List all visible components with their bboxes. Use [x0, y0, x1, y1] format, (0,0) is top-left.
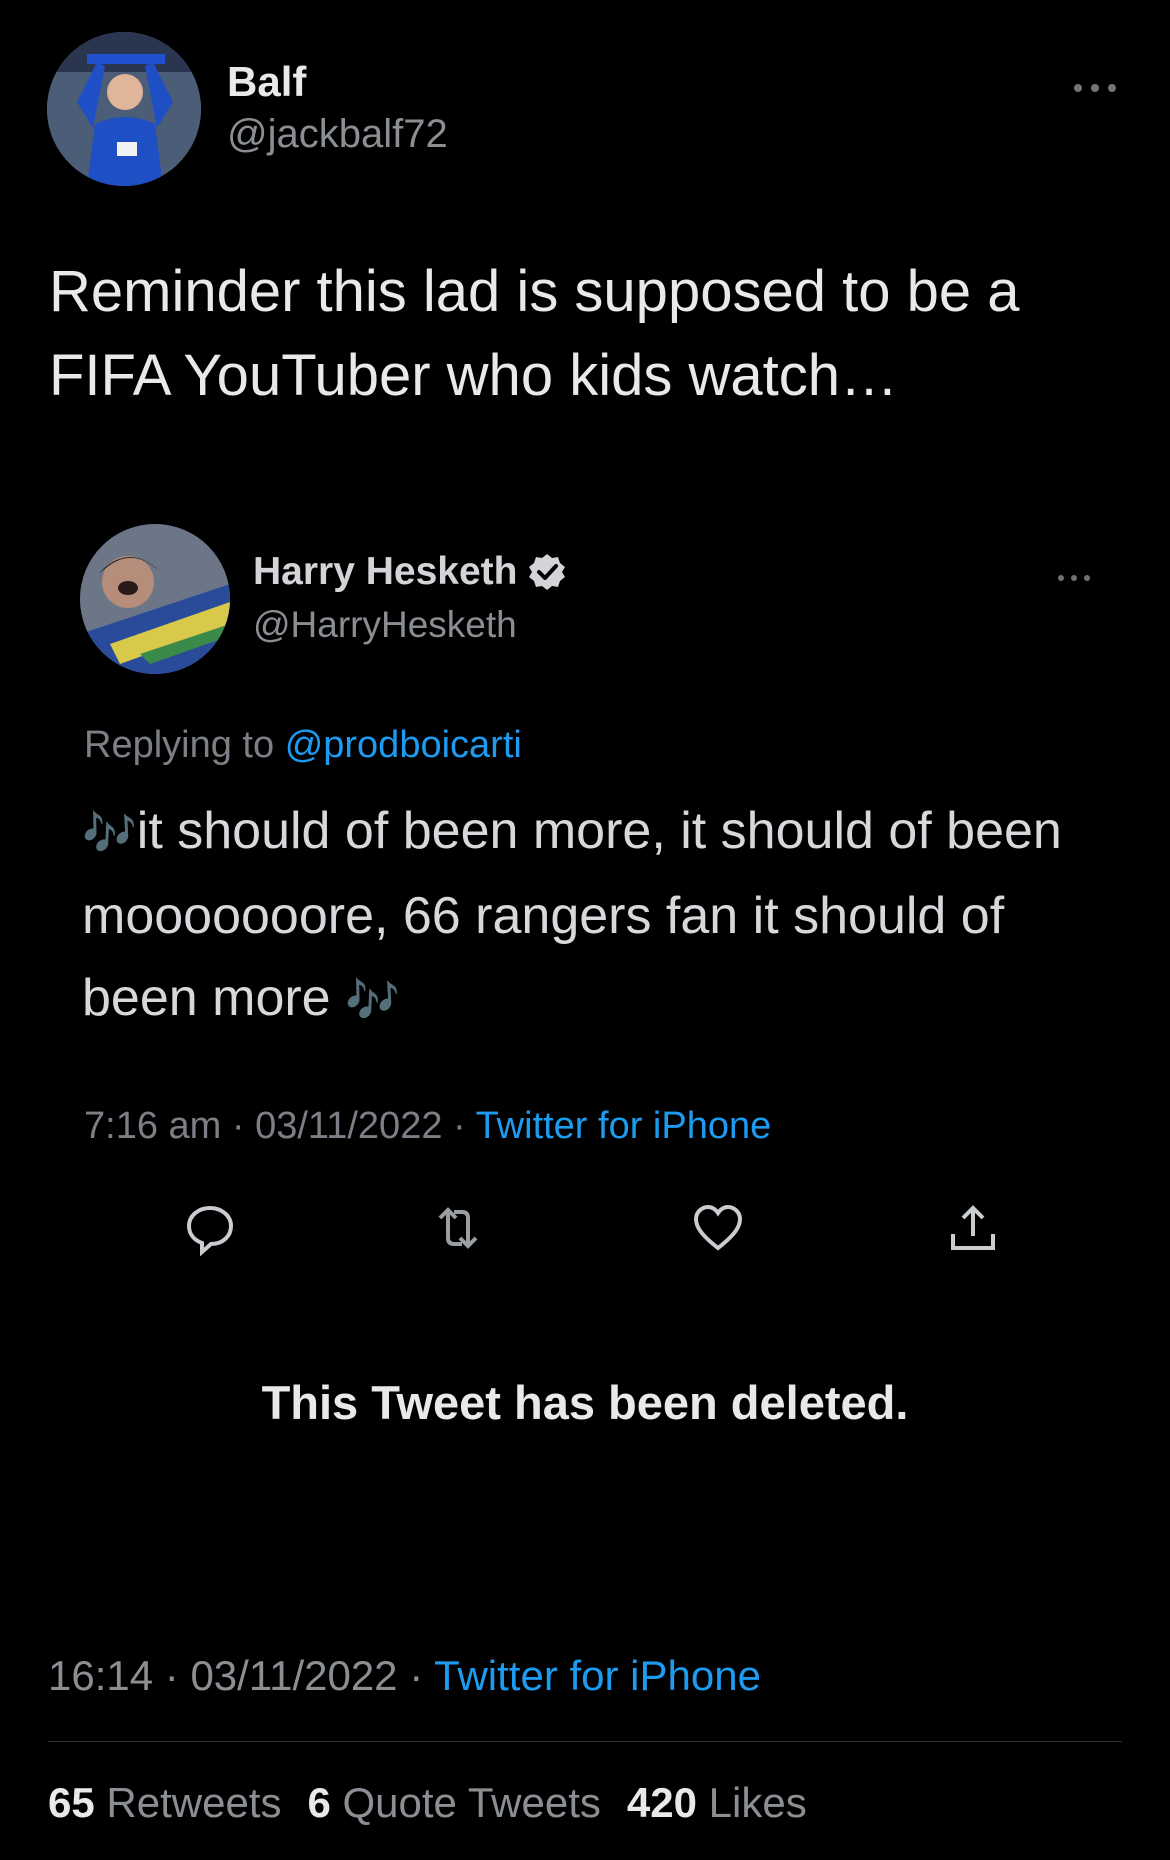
retweets-label: Retweets — [106, 1779, 282, 1826]
meta-separator: · — [409, 1652, 424, 1699]
embedded-source: Twitter for iPhone — [475, 1105, 772, 1147]
tweet-text: Reminder this lad is supposed to be a FI… — [49, 259, 1020, 408]
reply-icon — [182, 1200, 238, 1257]
replying-prefix: Replying to — [84, 724, 275, 766]
author-name[interactable]: Balf — [227, 58, 306, 106]
deleted-notice: This Tweet has been deleted. — [261, 1376, 909, 1429]
quote-tweets-stat[interactable]: 6 Quote Tweets — [307, 1779, 600, 1827]
likes-stat[interactable]: 420 Likes — [627, 1779, 807, 1827]
verified-badge-icon — [527, 552, 567, 592]
tweet-meta: 16:14 · 03/11/2022 · Twitter for iPhone — [48, 1652, 761, 1700]
likes-count: 420 — [626, 1779, 697, 1826]
embedded-date: 03/11/2022 — [255, 1105, 443, 1147]
embedded-text-body: it should of been more, it should of bee… — [82, 802, 1062, 1027]
meta-separator: · — [164, 1652, 179, 1699]
tweet-stats: 65 Retweets 6 Quote Tweets 420 Likes — [48, 1779, 807, 1827]
tweet-time: 16:14 — [48, 1652, 154, 1699]
embedded-author-avatar — [80, 524, 230, 674]
quotes-label: Quote Tweets — [342, 1779, 601, 1826]
music-notes-icon: 🎶 — [82, 809, 137, 858]
author-avatar[interactable] — [47, 32, 201, 186]
retweet-icon — [430, 1200, 486, 1256]
quotes-count: 6 — [307, 1779, 331, 1826]
meta-separator: · — [453, 1105, 466, 1147]
embedded-more-icon — [1057, 556, 1091, 590]
likes-label: Likes — [708, 1779, 807, 1826]
replying-mention: @prodboicarti — [284, 724, 522, 766]
share-icon — [945, 1200, 1001, 1256]
meta-separator: · — [231, 1105, 245, 1147]
embedded-tweet-text: 🎶it should of been more, it should of be… — [82, 790, 1102, 1042]
divider — [48, 1741, 1122, 1742]
retweets-stat[interactable]: 65 Retweets — [48, 1779, 281, 1827]
author-handle[interactable]: @jackbalf72 — [227, 112, 448, 157]
tweet-date[interactable]: 03/11/2022 — [190, 1652, 397, 1699]
more-icon[interactable] — [1072, 62, 1118, 102]
embedded-time: 7:16 am — [84, 1105, 222, 1147]
retweets-count: 65 — [48, 1779, 95, 1826]
tweet-source[interactable]: Twitter for iPhone — [434, 1652, 761, 1699]
embedded-meta: 7:16 am · 03/11/2022 · Twitter for iPhon… — [84, 1105, 771, 1148]
replying-to: Replying to @prodboicarti — [84, 724, 522, 767]
embedded-author-name-text: Harry Hesketh — [253, 550, 518, 593]
embedded-author-handle: @HarryHesketh — [253, 604, 517, 645]
embedded-author-name: Harry Hesketh — [253, 550, 567, 594]
like-icon — [690, 1200, 746, 1256]
music-notes-icon: 🎶 — [345, 976, 400, 1025]
